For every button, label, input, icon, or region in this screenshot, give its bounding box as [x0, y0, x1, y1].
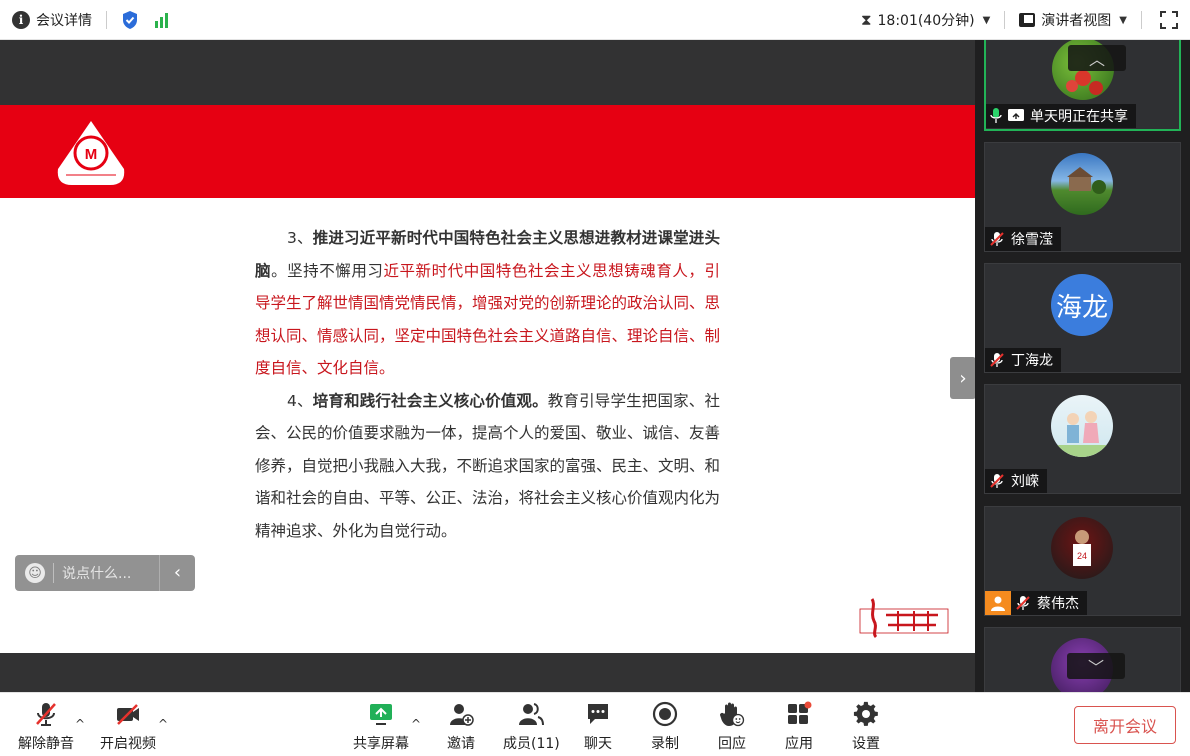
slide-banner: M [0, 105, 975, 198]
participant-tile[interactable]: ﹀ [984, 627, 1181, 692]
fullscreen-icon[interactable] [1160, 11, 1178, 29]
landscape-photo [1067, 167, 1106, 194]
emoji-icon[interactable]: ☺ [25, 563, 45, 583]
members-button[interactable]: 成员(11) [503, 701, 560, 753]
chevron-up-icon[interactable]: ^ [75, 717, 85, 731]
add-user-icon [450, 704, 474, 726]
chat-input[interactable]: 说点什么... [62, 563, 159, 583]
start-video-button[interactable]: 开启视频 [100, 701, 156, 753]
chat-button[interactable]: 聊天 [584, 701, 612, 753]
mic-muted-icon [36, 703, 56, 726]
participant-name-tag: 徐雪滢 [985, 227, 1061, 251]
panel-toggle-button[interactable]: › [950, 357, 976, 399]
participant-name-tag: 刘嵘 [985, 469, 1047, 493]
chevron-down-icon[interactable]: ▼ [983, 15, 991, 26]
participant-tile[interactable]: 刘嵘 [984, 384, 1181, 494]
reactions-button[interactable]: 回应 [718, 701, 746, 753]
avatar [1051, 395, 1113, 457]
mic-muted-icon [990, 474, 1004, 488]
chevron-down-icon[interactable]: ﹀ [1067, 653, 1125, 679]
participant-name-tag: 单天明正在共享 [986, 104, 1136, 128]
camera-off-icon [117, 704, 139, 725]
top-bar: i 会议详情 ⧗ 18:01(40分钟) ▼ 演讲者视图 ▼ [0, 0, 1190, 40]
bottom-toolbar: 解除静音 ^ 开启视频 ^ 共享屏幕 ^ 邀请 成员(11) 聊天 录制 回应 … [0, 692, 1190, 756]
info-icon[interactable]: i [12, 10, 30, 29]
record-icon [652, 701, 678, 727]
leave-meeting-button[interactable]: 离开会议 [1074, 706, 1176, 744]
apps-button[interactable]: 应用 [785, 701, 813, 753]
avatar [1051, 153, 1113, 215]
basketball-photo: 24 [1073, 530, 1091, 566]
participant-name-tag: 丁海龙 [985, 348, 1061, 372]
hourglass-icon: ⧗ [860, 11, 872, 29]
unmute-button[interactable]: 解除静音 [18, 701, 74, 753]
record-button[interactable]: 录制 [651, 701, 679, 753]
slide-paragraph-4: 4、培育和践行社会主义核心价值观。教育引导学生把国家、社会、公民的价值要求融为一… [255, 391, 721, 540]
chevron-up-icon[interactable]: ^ [411, 717, 421, 731]
svg-text:24: 24 [1077, 551, 1087, 561]
divider [1141, 11, 1142, 29]
meeting-timer[interactable]: 18:01(40分钟) [878, 10, 975, 30]
avatar: 24 [1051, 517, 1113, 579]
participant-tile[interactable]: 海龙 丁海龙 [984, 263, 1181, 373]
share-screen-icon [370, 704, 392, 725]
participant-name-tag: 蔡伟杰 [1011, 591, 1087, 615]
share-screen-button[interactable]: 共享屏幕 [353, 701, 409, 753]
chevron-down-icon[interactable]: ▼ [1119, 15, 1127, 26]
slide-body-text: 3、推进习近平新时代中国特色社会主义思想进教材进课堂进头脑。坚持不懈用习近平新时… [255, 222, 720, 547]
participant-tile[interactable]: 徐雪滢 [984, 142, 1181, 252]
divider [106, 10, 107, 29]
mic-muted-icon [1016, 596, 1030, 610]
slide-paragraph-3: 3、推进习近平新时代中国特色社会主义思想进教材进课堂进头脑。坚持不懈用习近平新时… [255, 229, 721, 377]
meeting-details-button[interactable]: 会议详情 [36, 10, 92, 30]
illustration-photo [1051, 411, 1113, 457]
divider [1004, 11, 1006, 29]
participant-tile[interactable]: ︿ 单天明正在共享 [984, 40, 1181, 131]
mic-on-icon [990, 108, 1002, 123]
avatar: 海龙 [1051, 274, 1113, 336]
chat-input-bar[interactable]: ☺ 说点什么... ‹ [15, 555, 195, 591]
shield-icon[interactable] [121, 10, 139, 30]
members-icon [519, 703, 545, 726]
divider [53, 563, 54, 583]
chevron-up-icon[interactable]: ︿ [1068, 45, 1126, 71]
participant-tile[interactable]: 24 蔡伟杰 [984, 506, 1181, 616]
invite-button[interactable]: 邀请 [447, 701, 475, 753]
signal-icon[interactable] [155, 12, 168, 28]
settings-button[interactable]: 设置 [852, 701, 880, 753]
user-icon [985, 591, 1011, 615]
chat-icon [588, 704, 608, 724]
mic-muted-icon [990, 353, 1004, 367]
chevron-up-icon[interactable]: ^ [158, 717, 168, 731]
mic-muted-icon [990, 232, 1004, 246]
chevron-left-icon[interactable]: ‹ [159, 555, 195, 591]
screen-share-icon [1008, 109, 1024, 121]
calligraphy-seal [859, 598, 949, 639]
gear-icon [853, 701, 878, 726]
university-logo: M [57, 121, 125, 185]
hand-icon [720, 702, 745, 727]
shared-screen-area: M 3、推进习近平新时代中国特色社会主义思想进教材进课堂进头脑。坚持不懈用习近平… [0, 40, 975, 692]
speaker-view-icon [1019, 13, 1036, 27]
participant-panel: ︿ 单天明正在共享 徐雪滢 海龙 丁海龙 刘嵘 24 蔡伟杰 ﹀ [975, 40, 1190, 692]
apps-icon [788, 701, 812, 724]
svg-text:M: M [85, 146, 98, 163]
view-mode-selector[interactable]: 演讲者视图 [1041, 10, 1111, 30]
